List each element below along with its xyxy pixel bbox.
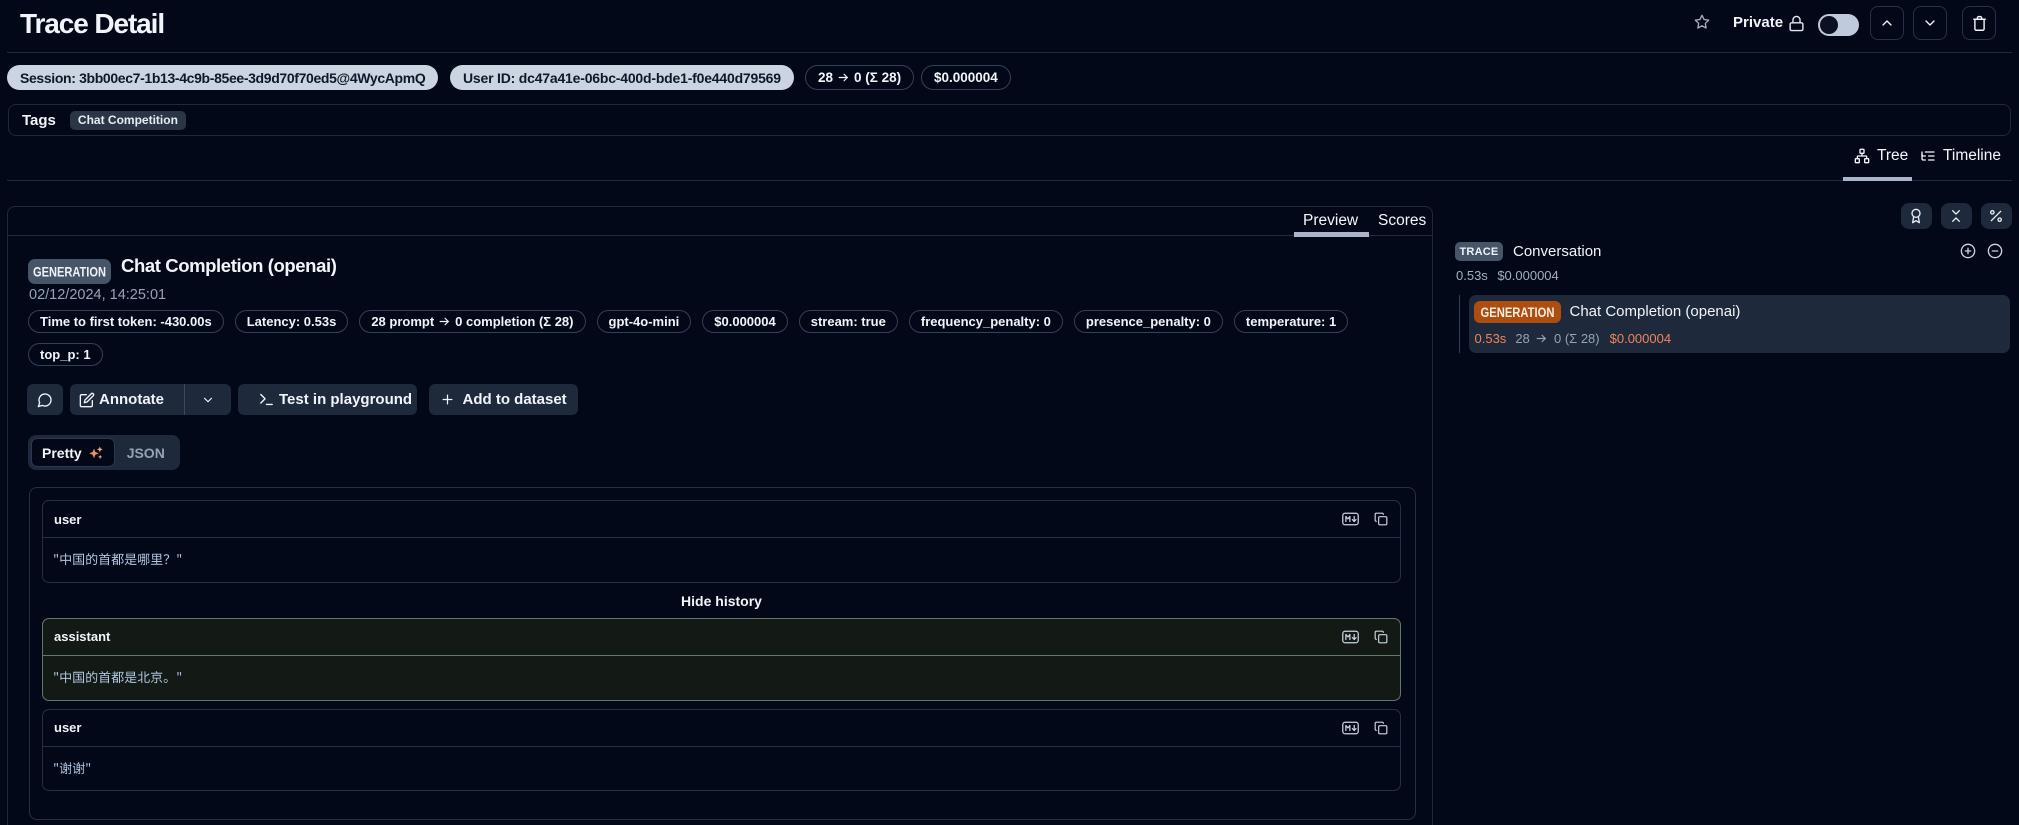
svg-text:GENERATION: GENERATION: [33, 263, 106, 279]
svg-text:GENERATION: GENERATION: [1481, 305, 1555, 320]
